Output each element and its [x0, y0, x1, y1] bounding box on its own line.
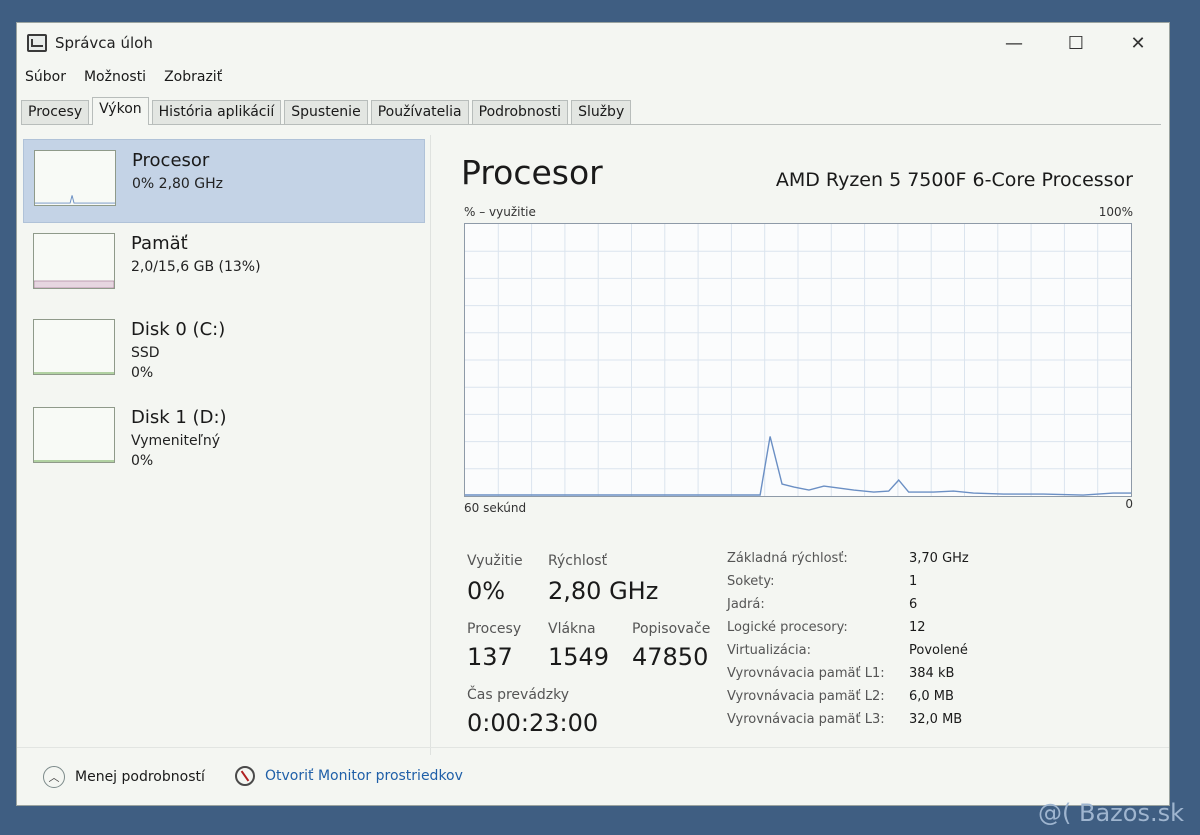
cpu-usage-graph — [464, 223, 1132, 497]
menu-view[interactable]: Zobraziť — [164, 69, 222, 85]
task-manager-window: Správca úloh — ☐ ✕ Súbor Možnosti Zobraz… — [16, 22, 1170, 806]
spec-value-l3-cache: 32,0 MB — [909, 712, 963, 727]
tab-users[interactable]: Používatelia — [370, 100, 469, 124]
open-resource-monitor-link[interactable]: Otvoriť Monitor prostriedkov — [235, 766, 463, 786]
menu-bar: Súbor Možnosti Zobraziť — [17, 65, 240, 89]
graph-x-label: 60 sekúnd — [464, 501, 527, 515]
spec-value-sockets: 1 — [909, 574, 918, 589]
sidebar-item-processor[interactable]: Procesor 0% 2,80 GHz — [23, 139, 425, 223]
speed-label: Rýchlosť — [548, 553, 608, 569]
processes-label: Procesy — [467, 621, 522, 637]
task-manager-icon — [27, 34, 47, 52]
spec-key-sockets: Sokety: — [727, 574, 775, 589]
usage-value: 0% — [467, 577, 506, 605]
graph-y-min-label: 0 — [1125, 497, 1133, 511]
processor-detail-panel: Procesor AMD Ryzen 5 7500F 6-Core Proces… — [457, 135, 1137, 755]
usage-label: Využitie — [467, 553, 523, 569]
memory-thumbnail-graph — [33, 233, 115, 289]
sidebar-item-label: Procesor — [132, 150, 210, 171]
less-details-label: Menej podrobností — [75, 769, 205, 785]
spec-key-logical-processors: Logické procesory: — [727, 620, 848, 635]
menu-options[interactable]: Možnosti — [84, 69, 146, 85]
graph-y-max-label: 100% — [1098, 205, 1133, 219]
tab-startup[interactable]: Spustenie — [284, 100, 368, 124]
open-resource-monitor-label: Otvoriť Monitor prostriedkov — [265, 768, 463, 784]
spec-key-base-speed: Základná rýchlosť: — [727, 551, 848, 566]
title-bar: Správca úloh — ☐ ✕ — [17, 23, 1169, 63]
disk0-type: SSD — [131, 345, 160, 361]
watermark: @( Bazos.sk — [1038, 799, 1184, 827]
tab-processes[interactable]: Procesy — [21, 100, 90, 124]
spec-key-l3-cache: Vyrovnávacia pamäť L3: — [727, 712, 885, 727]
sidebar-item-disk1[interactable]: Disk 1 (D:) Vymeniteľný 0% — [23, 397, 425, 481]
chevron-up-icon: ︿ — [43, 766, 65, 788]
spec-key-cores: Jadrá: — [727, 597, 765, 612]
spec-value-l1-cache: 384 kB — [909, 666, 955, 681]
threads-value: 1549 — [548, 643, 610, 671]
menu-file[interactable]: Súbor — [25, 69, 66, 85]
page-title: Procesor — [461, 153, 603, 192]
uptime-value: 0:00:23:00 — [467, 709, 599, 737]
disk0-thumbnail-graph — [33, 319, 115, 375]
handles-label: Popisovače — [632, 621, 711, 637]
resource-monitor-icon — [235, 766, 255, 786]
disk0-usage: 0% — [131, 365, 154, 381]
spec-value-virtualization: Povolené — [909, 643, 968, 658]
processes-value: 137 — [467, 643, 513, 671]
sidebar-item-disk0[interactable]: Disk 0 (C:) SSD 0% — [23, 309, 425, 393]
spec-key-l1-cache: Vyrovnávacia pamäť L1: — [727, 666, 885, 681]
tab-bar: Procesy Výkon História aplikácií Spusten… — [21, 97, 1161, 125]
sidebar-item-label: Disk 1 (D:) — [131, 407, 227, 428]
close-button[interactable]: ✕ — [1107, 23, 1169, 63]
maximize-button[interactable]: ☐ — [1045, 23, 1107, 63]
window-title: Správca úloh — [55, 34, 153, 52]
spec-value-logical-processors: 12 — [909, 620, 926, 635]
threads-label: Vlákna — [548, 621, 596, 637]
graph-y-label: % – využitie — [464, 205, 536, 219]
processor-summary: 0% 2,80 GHz — [132, 176, 224, 192]
memory-summary: 2,0/15,6 GB (13%) — [131, 259, 261, 275]
sidebar-item-label: Pamäť — [131, 233, 188, 254]
speed-value: 2,80 GHz — [548, 577, 659, 605]
tab-details[interactable]: Podrobnosti — [471, 100, 569, 124]
spec-key-virtualization: Virtualizácia: — [727, 643, 811, 658]
spec-value-base-speed: 3,70 GHz — [909, 551, 969, 566]
cpu-model-name: AMD Ryzen 5 7500F 6-Core Processor — [775, 169, 1133, 191]
disk1-type: Vymeniteľný — [131, 433, 221, 449]
footer-bar: ︿ Menej podrobností Otvoriť Monitor pros… — [17, 747, 1169, 805]
tab-app-history[interactable]: História aplikácií — [151, 100, 282, 124]
minimize-button[interactable]: — — [983, 23, 1045, 63]
spec-value-cores: 6 — [909, 597, 918, 612]
disk1-usage: 0% — [131, 453, 154, 469]
disk1-thumbnail-graph — [33, 407, 115, 463]
uptime-label: Čas prevádzky — [467, 687, 570, 703]
spec-key-l2-cache: Vyrovnávacia pamäť L2: — [727, 689, 885, 704]
sidebar-item-memory[interactable]: Pamäť 2,0/15,6 GB (13%) — [23, 223, 425, 307]
sidebar-item-label: Disk 0 (C:) — [131, 319, 226, 340]
processor-thumbnail-graph — [34, 150, 116, 206]
handles-value: 47850 — [632, 643, 709, 671]
less-details-button[interactable]: ︿ Menej podrobností — [43, 766, 205, 788]
resource-list: Procesor 0% 2,80 GHz Pamäť 2,0/15,6 GB (… — [23, 135, 431, 755]
tab-services[interactable]: Služby — [571, 100, 632, 124]
tab-performance[interactable]: Výkon — [92, 97, 149, 125]
spec-value-l2-cache: 6,0 MB — [909, 689, 954, 704]
